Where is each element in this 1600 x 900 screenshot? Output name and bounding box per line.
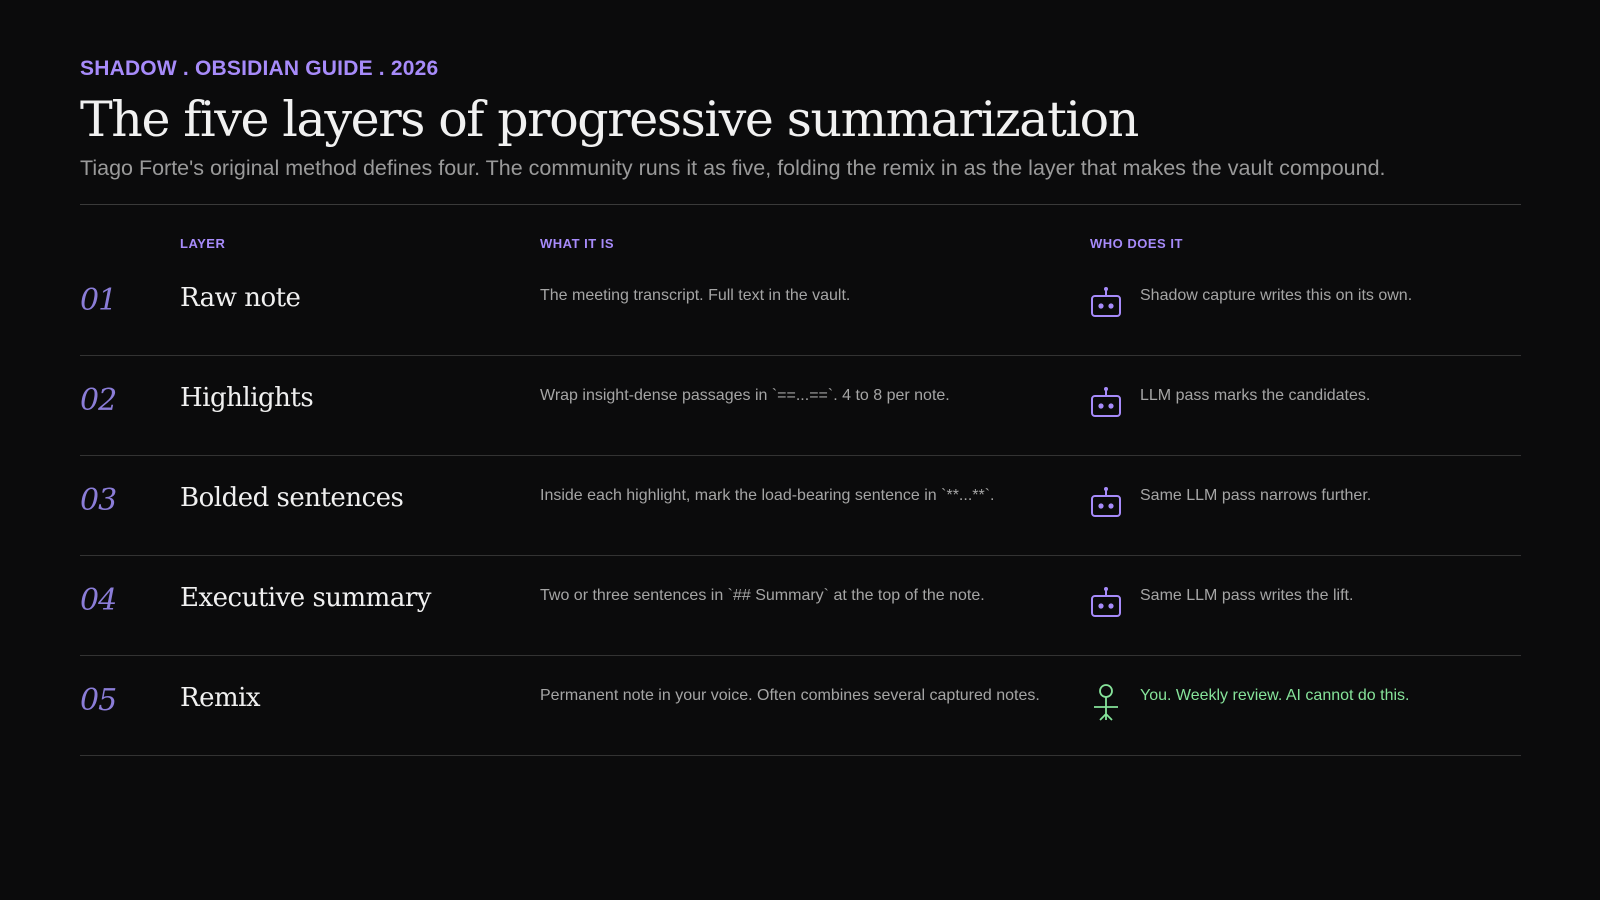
column-header-layer: LAYER	[180, 236, 226, 251]
layer-name: Raw note	[180, 283, 301, 313]
table-row: 01 Raw note The meeting transcript. Full…	[80, 255, 1521, 356]
table-row: 02 Highlights Wrap insight-dense passage…	[80, 355, 1521, 456]
layer-description: Permanent note in your voice. Often comb…	[540, 687, 1040, 704]
layer-owner: Shadow capture writes this on its own.	[1140, 287, 1413, 304]
table-row: 03 Bolded sentences Inside each highligh…	[80, 455, 1521, 556]
layer-number: 05	[80, 683, 117, 718]
table-row: 04 Executive summary Two or three senten…	[80, 555, 1521, 656]
layer-description: Wrap insight-dense passages in `==...==`…	[540, 387, 950, 404]
table-row: 05 Remix Permanent note in your voice. O…	[80, 655, 1521, 756]
robot-icon	[1091, 387, 1121, 417]
layer-owner: LLM pass marks the candidates.	[1140, 387, 1371, 404]
divider	[80, 204, 1521, 205]
layer-description: Two or three sentences in `## Summary` a…	[540, 587, 985, 604]
robot-icon	[1091, 287, 1121, 317]
column-header-who: WHO DOES IT	[1090, 236, 1183, 251]
robot-icon	[1091, 487, 1121, 517]
person-icon	[1094, 684, 1118, 721]
page-subtitle: Tiago Forte's original method defines fo…	[80, 156, 1386, 180]
kicker: SHADOW . OBSIDIAN GUIDE . 2026	[80, 57, 439, 80]
layer-name: Executive summary	[180, 583, 431, 613]
page-title: The five layers of progressive summariza…	[80, 91, 1139, 148]
layer-description: Inside each highlight, mark the load-bea…	[540, 487, 995, 504]
layer-number: 01	[80, 283, 117, 318]
layer-description: The meeting transcript. Full text in the…	[540, 287, 851, 304]
robot-icon	[1091, 587, 1121, 617]
layer-name: Remix	[180, 683, 261, 713]
layer-number: 03	[80, 483, 117, 518]
layer-name: Bolded sentences	[180, 483, 404, 513]
layer-name: Highlights	[180, 383, 314, 413]
layer-owner: Same LLM pass narrows further.	[1140, 487, 1372, 504]
layer-number: 02	[80, 383, 117, 418]
layer-owner: Same LLM pass writes the lift.	[1140, 587, 1354, 604]
layer-owner: You. Weekly review. AI cannot do this.	[1140, 687, 1410, 704]
layer-number: 04	[80, 583, 117, 618]
column-header-what: WHAT IT IS	[540, 236, 615, 251]
